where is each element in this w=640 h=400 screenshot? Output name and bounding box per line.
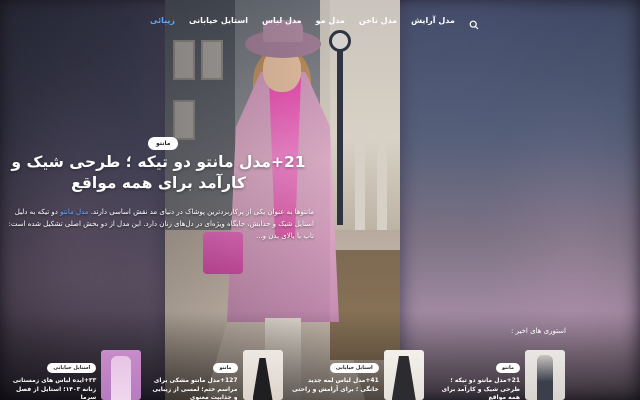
nav-item-beauty[interactable]: زیبائی [150,16,175,25]
story-thumb-figure [252,358,273,400]
story-title[interactable]: ۳۳+ایده لباس های زمستانی زنانه ۱۴۰۳؛ است… [6,377,96,400]
story-category-badge[interactable]: مانتو [495,363,520,373]
nav-item-street-style[interactable]: استایل خیابانی [189,16,248,25]
photo-lamp-post [337,45,343,225]
main-nav: زیبائی استایل خیابانی مدل لباس مدل مو مد… [150,11,479,30]
story-item[interactable]: مانتو 127+مدل مانتو مشکی برای مراسم ختم؛… [141,350,283,400]
hero-title[interactable]: 21+مدل مانتو دو تیکه ؛ طرحی شیک و کارآمد… [6,152,311,194]
story-category-badge[interactable]: استایل خیابانی [329,363,379,373]
hero-category-badge[interactable]: مانتو [148,137,179,150]
story-info: مانتو 21+مدل مانتو دو تیکه ؛ طرحی شیک و … [425,350,525,400]
nav-item-nails[interactable]: مدل ناخن [359,16,397,25]
photo-pillar [377,120,387,230]
story-info: مانتو 127+مدل مانتو مشکی برای مراسم ختم؛… [143,350,243,400]
story-title[interactable]: 127+مدل مانتو مشکی برای مراسم ختم؛ لمسی … [148,377,237,400]
story-thumb-figure [537,355,553,400]
story-thumb-figure [111,356,132,400]
story-thumb-figure [391,356,416,400]
story-title[interactable]: 21+مدل مانتو دو تیکه ؛ طرحی شیک و کارآمد… [430,377,520,400]
story-title[interactable]: 41+مدل لباس لمه جدید خانگی ؛ برای آرامش … [289,377,379,394]
page: زیبائی استایل خیابانی مدل لباس مدل مو مد… [0,0,640,400]
search-icon[interactable] [469,15,479,30]
stories-label: استوری های اخیر : [511,327,566,335]
story-item[interactable]: مانتو 21+مدل مانتو دو تیکه ؛ طرحی شیک و … [424,350,565,400]
nav-item-makeup[interactable]: مدل آرایش [411,16,455,25]
story-thumbnail[interactable] [525,350,565,400]
story-info: استایل خیابانی ۳۳+ایده لباس های زمستانی … [1,350,101,400]
story-info: استایل خیابانی 41+مدل لباس لمه جدید خانگ… [284,350,384,394]
photo-lamp-head [329,30,351,52]
story-category-badge[interactable]: استایل خیابانی [47,363,97,373]
story-thumbnail[interactable] [383,350,424,400]
story-item[interactable]: استایل خیابانی 41+مدل لباس لمه جدید خانگ… [283,350,424,400]
hero-excerpt-link[interactable]: مدل مانتو [60,208,88,216]
nav-item-clothing[interactable]: مدل لباس [262,16,302,25]
photo-pillar [355,120,365,230]
story-item[interactable]: استایل خیابانی ۳۳+ایده لباس های زمستانی … [0,350,142,400]
stories-row: مانتو 21+مدل مانتو دو تیکه ؛ طرحی شیک و … [0,350,640,400]
story-thumbnail[interactable] [101,350,142,400]
hero-excerpt: مانتوها به عنوان یکی از پرکاربردترین پوش… [2,206,314,242]
story-thumbnail[interactable] [242,350,283,400]
nav-item-hair[interactable]: مدل مو [316,16,345,25]
story-category-badge[interactable]: مانتو [213,363,238,373]
hero-excerpt-before: مانتوها به عنوان یکی از پرکاربردترین پوش… [90,208,314,216]
